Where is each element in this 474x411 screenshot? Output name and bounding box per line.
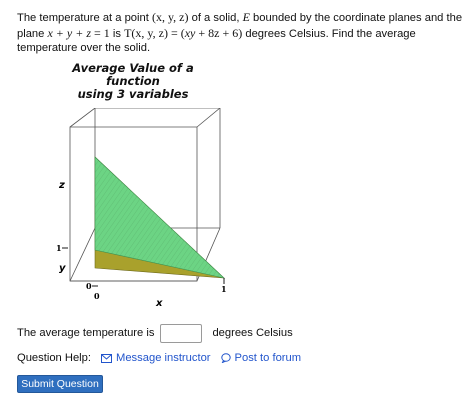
figure-title-line1: Average Value of a function xyxy=(72,61,194,88)
axis-label-z: z xyxy=(58,180,65,191)
post-to-forum-link[interactable]: Post to forum xyxy=(220,352,302,364)
solid-figure: z 1 y 0 0 1 x xyxy=(56,108,227,309)
submit-question-button[interactable]: Submit Question xyxy=(17,375,103,393)
math-temp-eq: = ( xyxy=(167,25,185,40)
figure-title: Average Value of a function using 3 vari… xyxy=(58,62,208,101)
tick-label-z1: 1 xyxy=(56,243,62,253)
speech-bubble-icon xyxy=(220,353,231,363)
message-instructor-link[interactable]: Message instructor xyxy=(101,352,211,364)
answer-row: The average temperature is degrees Celsi… xyxy=(17,322,293,344)
message-instructor-label: Message instructor xyxy=(116,352,211,364)
math-temp-func: T(x, y, z) xyxy=(124,25,168,40)
tick-label-y0: 0 xyxy=(86,281,92,291)
axis-label-x: x xyxy=(155,298,163,309)
envelope-icon xyxy=(101,353,113,363)
question-help-label: Question Help: xyxy=(17,352,92,364)
figure-title-line2: using 3 variables xyxy=(77,87,189,101)
tick-label-x1: 1 xyxy=(221,284,227,294)
tick-label-x0: 0 xyxy=(94,291,100,301)
problem-text: is xyxy=(109,27,125,40)
post-to-forum-label: Post to forum xyxy=(234,352,302,364)
answer-prefix: The average temperature is xyxy=(17,327,155,339)
problem-statement: The temperature at a point (x, y, z) of … xyxy=(17,10,469,56)
math-plane-lhs: x + y + z xyxy=(47,25,92,40)
axis-label-y: y xyxy=(59,263,66,274)
math-temp-rest: + 8z + 6) xyxy=(195,25,243,40)
math-plane-eq: = 1 xyxy=(91,25,110,40)
problem-text: The temperature at a point xyxy=(17,12,152,24)
answer-suffix: degrees Celsius xyxy=(212,327,293,339)
math-point: (x, y, z) xyxy=(151,10,189,24)
math-solid: E xyxy=(242,10,250,24)
answer-input[interactable] xyxy=(160,323,203,343)
math-temp-expr: xy xyxy=(184,25,196,40)
question-help: Question Help: Message instructor Post t… xyxy=(17,352,311,364)
problem-text: of a solid, xyxy=(188,12,243,24)
